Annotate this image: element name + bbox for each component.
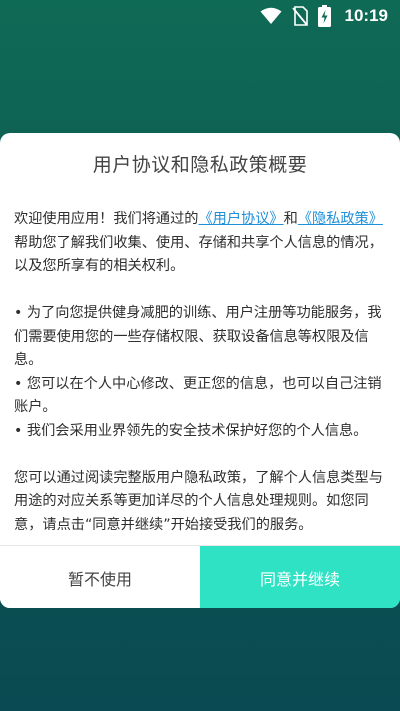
closing-paragraph: 您可以通过阅读完整版用户隐私政策，了解个人信息类型与用途的对应关系等更加详尽的个… [14, 469, 383, 533]
wifi-icon [260, 7, 282, 25]
status-bar: 10:19 [0, 0, 400, 32]
battery-charging-icon [317, 5, 331, 27]
dialog-title: 用户协议和隐私政策概要 [92, 154, 308, 176]
bullet-item: • 您可以在个人中心修改、更正您的信息，也可以自己注销账户。 [14, 375, 382, 416]
decline-button[interactable]: 暂不使用 [0, 546, 200, 608]
no-sim-icon [291, 6, 308, 26]
privacy-policy-link[interactable]: 《隐私政策》 [298, 211, 383, 227]
status-time: 10:19 [344, 6, 388, 25]
intro-and-text: 和 [283, 211, 298, 227]
dialog-body: 欢迎使用应用！我们将通过的《用户协议》和《隐私政策》帮助您了解我们收集、使用、存… [14, 208, 386, 537]
intro-after-text: 帮助您了解我们收集、使用、存储和共享个人信息的情况，以及您所享有的相关权利。 [14, 234, 383, 275]
user-agreement-link[interactable]: 《用户协议》 [198, 211, 283, 227]
bullet-item: • 为了向您提供健身减肥的训练、用户注册等功能服务，我们需要使用您的一些存储权限… [14, 305, 382, 368]
privacy-dialog: 用户协议和隐私政策概要 欢迎使用应用！我们将通过的《用户协议》和《隐私政策》帮助… [0, 133, 400, 608]
intro-paragraph: 欢迎使用应用！我们将通过的《用户协议》和《隐私政策》帮助您了解我们收集、使用、存… [14, 208, 386, 279]
accept-button[interactable]: 同意并继续 [200, 546, 400, 608]
intro-text: 欢迎使用应用！我们将通过的 [14, 211, 199, 227]
dialog-buttons: 暂不使用 同意并继续 [0, 545, 400, 608]
bullet-item: • 我们会采用业界领先的安全技术保护好您的个人信息。 [14, 422, 368, 439]
